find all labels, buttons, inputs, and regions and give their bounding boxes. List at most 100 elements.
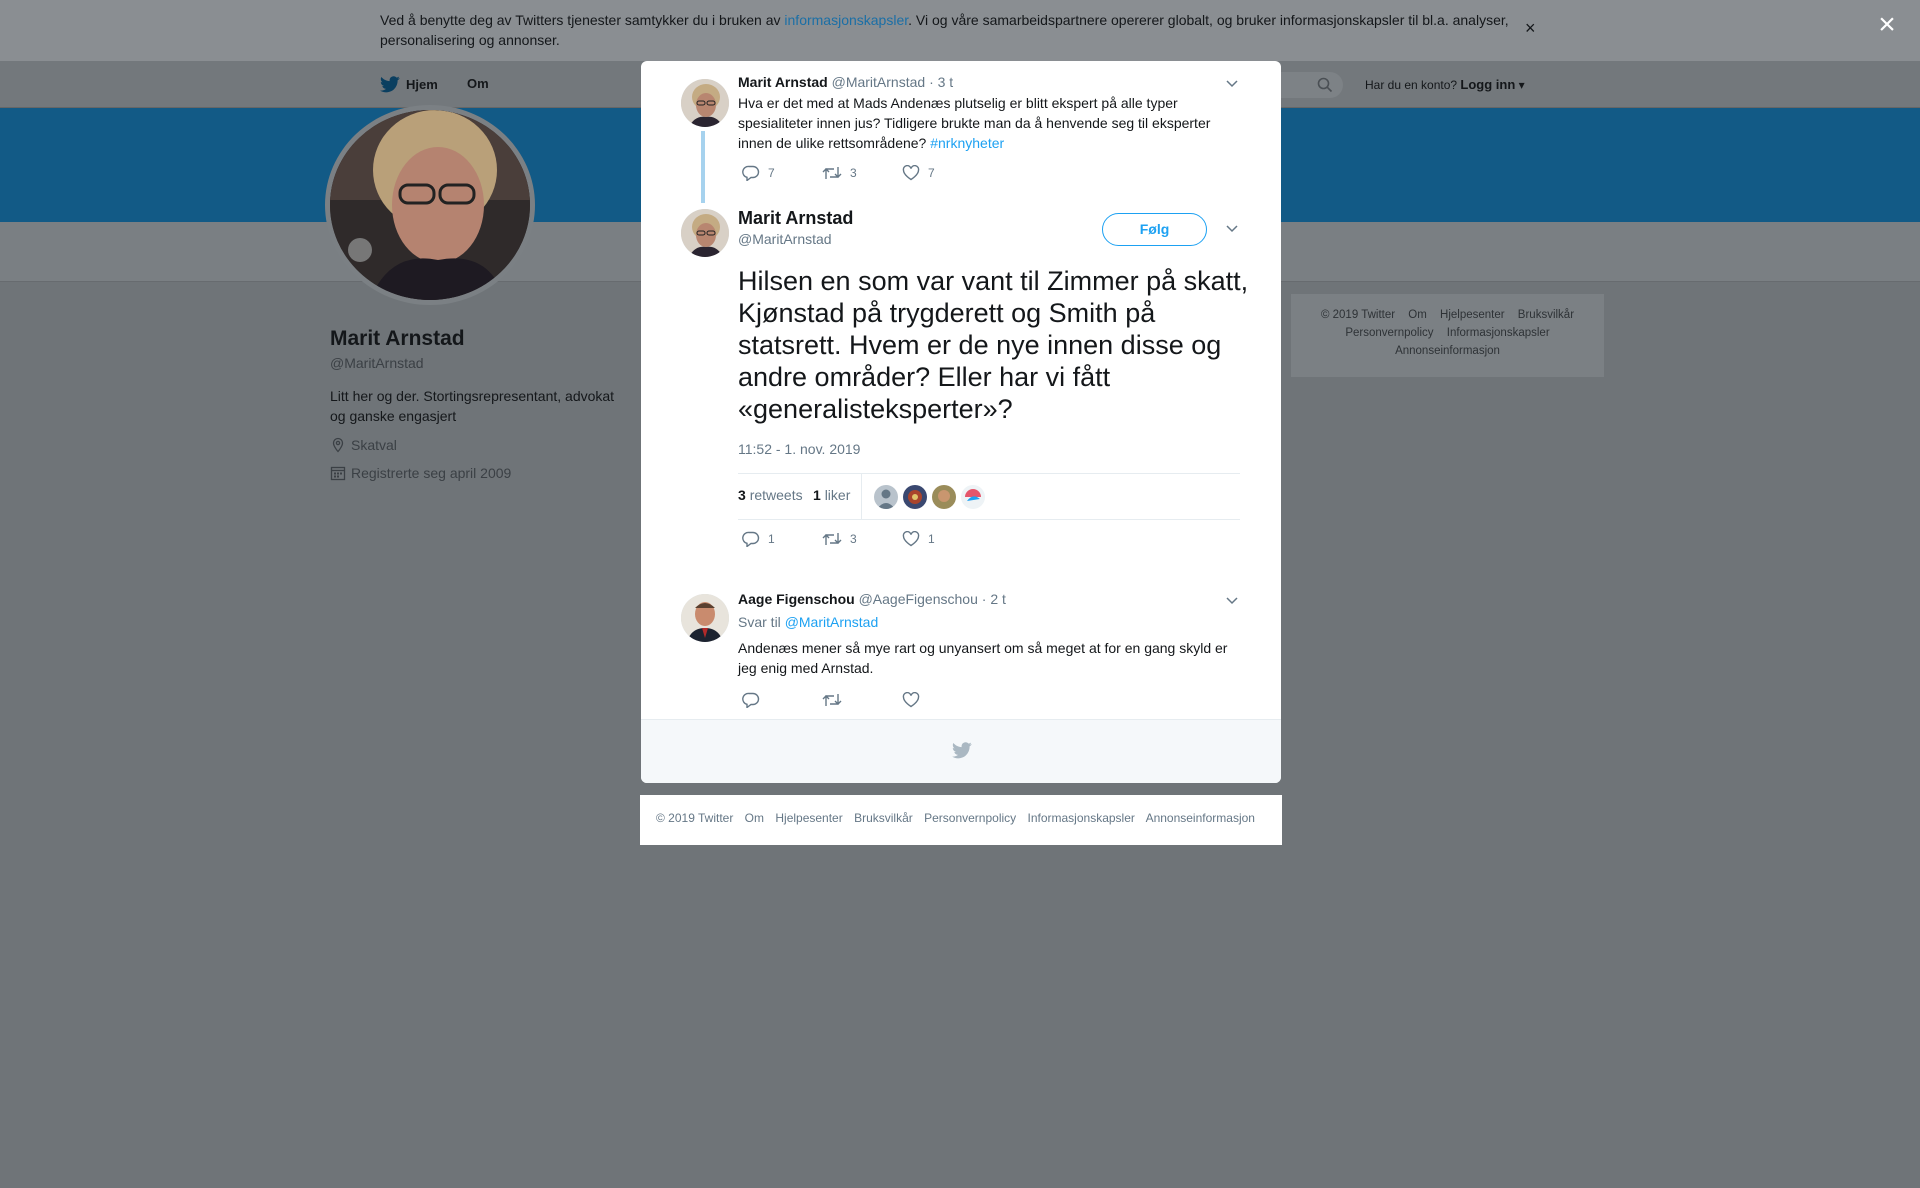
reply-icon [742, 692, 760, 708]
side-footer: © 2019 Twitter Om Hjelpesenter Bruksvilk… [1291, 294, 1604, 377]
retweet-stat[interactable]: 3 retweets [738, 487, 803, 503]
nav-about-link[interactable]: Om [467, 76, 489, 91]
footer-link-cookies[interactable]: Informasjonskapsler [1447, 327, 1550, 339]
search-icon[interactable] [1317, 77, 1333, 93]
profile-name[interactable]: Marit Arnstad [330, 327, 465, 351]
retweet-stat-label: retweets [749, 487, 803, 503]
like-stat-label: liker [824, 487, 851, 503]
chevron-down-icon[interactable] [1225, 224, 1239, 234]
retweet-stat-count: 3 [738, 487, 746, 503]
cookie-link[interactable]: informasjonskapsler [784, 12, 908, 28]
avatar-photo [932, 485, 956, 509]
cookie-text: Ved å benytte deg av Twitters tjenester … [380, 10, 1520, 50]
reply-button[interactable]: 7 [742, 165, 822, 181]
tweet-author-name[interactable]: Aage Figenschou [738, 591, 855, 607]
avatar-photo [681, 79, 729, 127]
like-button[interactable]: 1 [902, 531, 982, 547]
calendar-icon [330, 466, 346, 481]
retweet-button[interactable]: 3 [822, 165, 902, 181]
tweet-time[interactable]: · 2 t [982, 591, 1006, 607]
like-button[interactable]: 7 [902, 165, 982, 181]
likers-avatars [874, 485, 985, 509]
main-tweet-text: Hilsen en som var vant til Zimmer på ska… [738, 266, 1249, 424]
close-overlay-button[interactable]: × [1874, 10, 1900, 40]
like-stat[interactable]: 1 liker [813, 487, 850, 503]
avatar[interactable] [874, 485, 898, 509]
reply-icon [742, 165, 760, 181]
nav-home-link[interactable]: Hjem [380, 76, 438, 93]
account-prompt-text: Har du en konto? [1365, 78, 1458, 92]
caret-down-icon[interactable]: ▾ [1515, 78, 1525, 92]
footer-link-terms[interactable]: Bruksvilkår [854, 811, 913, 825]
cookie-close-button[interactable]: × [1525, 18, 1536, 39]
tweet-actions: 7 3 7 [742, 165, 982, 181]
retweet-icon [822, 694, 842, 706]
footer-link-about[interactable]: Om [1408, 309, 1427, 321]
chevron-down-icon[interactable] [1225, 596, 1239, 606]
tweet-text: Hva er det med at Mads Andenæs plutselig… [738, 93, 1228, 153]
avatar[interactable] [681, 594, 729, 642]
modal-footer [641, 719, 1281, 783]
like-count: 7 [928, 166, 935, 180]
chevron-down-icon[interactable] [1225, 79, 1239, 89]
footer-link-cookies[interactable]: Informasjonskapsler [1028, 811, 1135, 825]
footer-link-about[interactable]: Om [745, 811, 764, 825]
reply-context: Svar til @MaritArnstad [738, 614, 878, 630]
account-prompt: Har du en konto? Logg inn ▾ [1365, 77, 1525, 92]
tweet-author-handle[interactable]: @MaritArnstad [832, 74, 926, 90]
tweet-text: Andenæs mener så mye rart og unyansert o… [738, 640, 1228, 676]
tweet-stats: 3 retweets 1 liker [738, 473, 1240, 520]
cookie-text-before: Ved å benytte deg av Twitters tjenester … [380, 12, 785, 28]
reply-count: 1 [768, 532, 775, 546]
retweet-count: 3 [850, 166, 857, 180]
tweet-author-handle[interactable]: @AageFigenschou [859, 591, 978, 607]
footer-link-terms[interactable]: Bruksvilkår [1518, 309, 1574, 321]
mention-link[interactable]: @MaritArnstad [785, 614, 879, 630]
footer-link-privacy[interactable]: Personvernpolicy [924, 811, 1016, 825]
heart-icon [902, 531, 920, 547]
like-button[interactable] [902, 692, 982, 708]
twitter-bird-icon [380, 76, 400, 93]
tweet-timestamp[interactable]: 11:52 - 1. nov. 2019 [738, 441, 860, 457]
hashtag-link[interactable]: #nrknyheter [930, 135, 1004, 151]
avatar[interactable] [961, 485, 985, 509]
retweet-button[interactable] [822, 692, 902, 708]
tweet-time[interactable]: · 3 t [929, 74, 953, 90]
thread-connector [701, 131, 705, 203]
nav-home-label: Hjem [406, 77, 438, 92]
retweet-icon [822, 167, 842, 179]
profile-photo [330, 110, 530, 300]
stats-divider [861, 474, 862, 520]
follow-button[interactable]: Følg [1102, 213, 1207, 246]
tweet-author-name[interactable]: Marit Arnstad [738, 208, 853, 229]
tweet-author-handle[interactable]: @MaritArnstad [738, 231, 832, 247]
avatar[interactable] [932, 485, 956, 509]
retweet-button[interactable]: 3 [822, 531, 902, 547]
avatar[interactable] [681, 79, 729, 127]
tweet-actions: 1 3 1 [742, 531, 982, 547]
profile-avatar[interactable] [325, 105, 535, 305]
reply-button[interactable] [742, 692, 822, 708]
cookie-banner: Ved å benytte deg av Twitters tjenester … [0, 0, 1920, 61]
avatar-photo [903, 485, 927, 509]
footer-link-help[interactable]: Hjelpesenter [775, 811, 842, 825]
login-link[interactable]: Logg inn [1460, 77, 1515, 92]
tweet-author-name[interactable]: Marit Arnstad [738, 74, 828, 90]
retweet-count: 3 [850, 532, 857, 546]
footer-link-privacy[interactable]: Personvernpolicy [1345, 327, 1433, 339]
footer-link-ads[interactable]: Annonseinformasjon [1395, 345, 1500, 357]
tweet-header: Aage Figenschou @AageFigenschou · 2 t [738, 591, 1006, 607]
footer-link-ads[interactable]: Annonseinformasjon [1146, 811, 1255, 825]
reply-icon [742, 531, 760, 547]
footer-link-help[interactable]: Hjelpesenter [1440, 309, 1505, 321]
location-pin-icon [332, 437, 344, 453]
profile-joined-text: Registrerte seg april 2009 [351, 465, 512, 481]
profile-handle[interactable]: @MaritArnstad [330, 355, 424, 371]
twitter-bird-icon [952, 742, 972, 759]
avatar[interactable] [681, 209, 729, 257]
avatar[interactable] [903, 485, 927, 509]
profile-bio: Litt her og der. Stortingsrepresentant, … [330, 388, 615, 424]
reply-button[interactable]: 1 [742, 531, 822, 547]
tweet-header: Marit Arnstad @MaritArnstad · 3 t [738, 74, 953, 90]
avatar-photo [961, 485, 985, 509]
